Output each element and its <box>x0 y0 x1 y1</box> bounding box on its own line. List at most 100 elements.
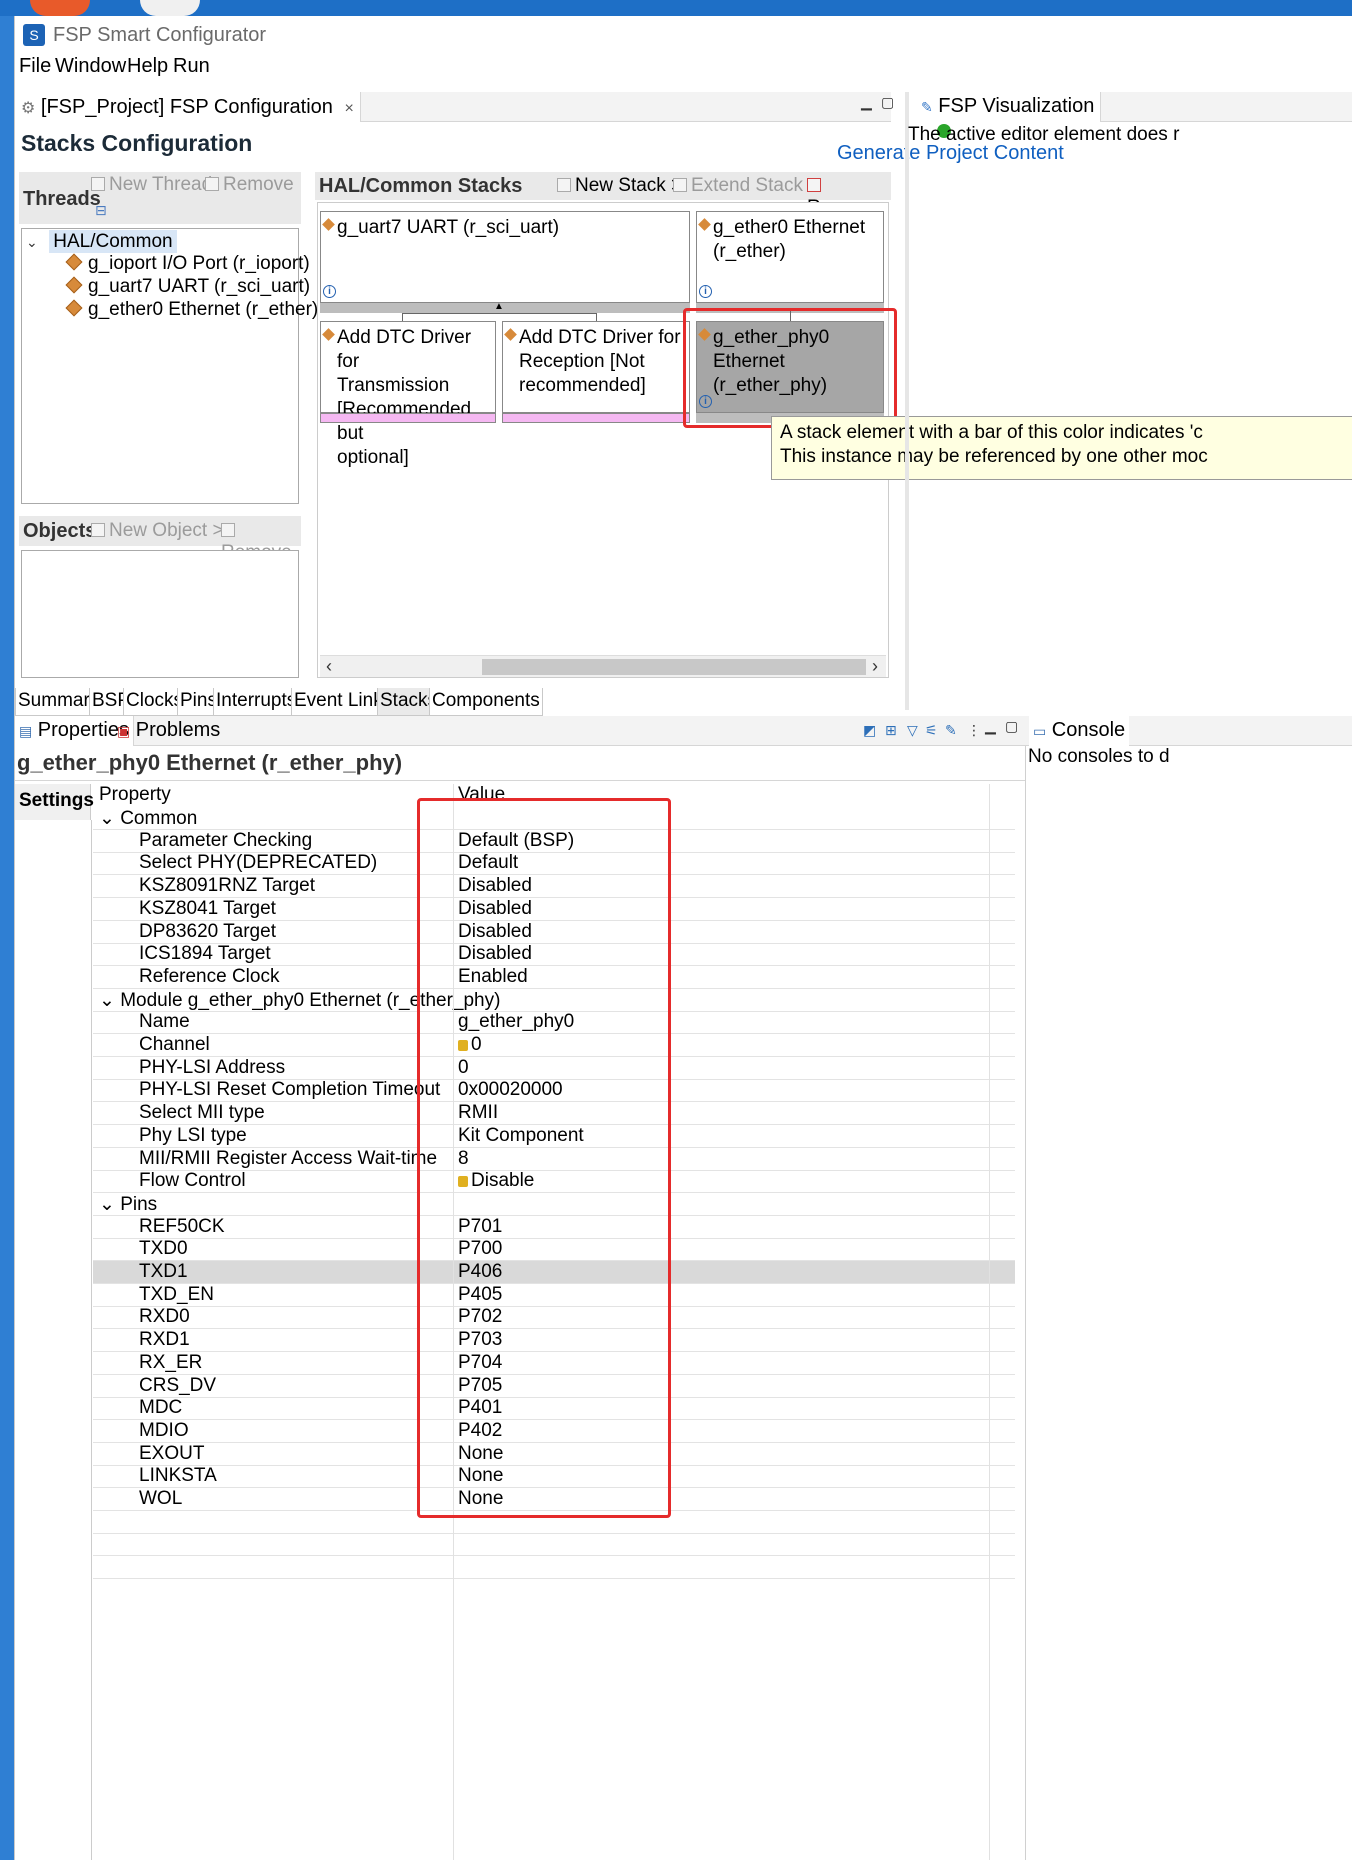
objects-header: Objects New Object > Remove <box>19 516 301 563</box>
tab-fsp-visualization[interactable]: ✎ FSP Visualization <box>915 92 1102 122</box>
info-icon[interactable]: i <box>323 285 336 298</box>
collapse-all-icon[interactable]: ⊟ <box>95 202 107 219</box>
tab-components[interactable]: Components <box>429 688 543 716</box>
property-name: REF50CK <box>139 1215 225 1237</box>
property-key-cell: KSZ8041 Target <box>139 898 276 920</box>
maximize-icon[interactable]: ▢ <box>1005 718 1018 735</box>
filter-icon[interactable]: ▽ <box>907 722 918 739</box>
threads-tree: ⌄ HAL/Common g_ioport I/O Port (r_ioport… <box>21 228 318 504</box>
column-divider <box>989 784 990 1860</box>
optional-stack-bar <box>502 413 690 423</box>
extend-stack-button[interactable]: Extend Stack > <box>673 175 819 197</box>
stacks-title: HAL/Common Stacks <box>319 175 523 197</box>
close-icon[interactable]: × <box>344 100 353 117</box>
tab-interrupts[interactable]: Interrupts <box>213 688 300 716</box>
property-name: Phy LSI type <box>139 1124 247 1146</box>
property-name: PHY-LSI Reset Completion Timeout <box>139 1079 441 1101</box>
menu-help[interactable]: Help <box>127 55 168 78</box>
stack-card-ether[interactable]: g_ether0 Ethernet (r_ether) i <box>696 211 884 303</box>
tree-item[interactable]: g_uart7 UART (r_sci_uart) <box>65 276 310 298</box>
annotation-highlight-box <box>683 308 897 428</box>
module-icon <box>65 299 83 317</box>
new-thread-label: New Thread <box>109 174 213 195</box>
scroll-left-icon[interactable]: ‹ <box>326 656 332 677</box>
settings-tab[interactable]: Settings <box>15 784 94 820</box>
maximize-icon[interactable]: ▢ <box>881 94 894 111</box>
visualization-icon: ✎ <box>921 99 933 115</box>
stack-card-dtc-tx[interactable]: Add DTC Driver for Transmission [Recomme… <box>320 321 496 468</box>
info-icon[interactable]: i <box>699 285 712 298</box>
property-key-cell: RXD1 <box>139 1329 190 1351</box>
chevron-down-icon[interactable]: ⌄ <box>99 808 120 829</box>
minimize-icon[interactable]: ▁ <box>985 718 996 735</box>
property-name: RXD1 <box>139 1329 190 1351</box>
chevron-down-icon[interactable]: ⌄ <box>99 990 120 1011</box>
desktop-app-icon <box>140 0 200 16</box>
restore-default-icon[interactable]: ✎ <box>945 722 957 739</box>
pin-icon[interactable]: ◩ <box>863 722 876 739</box>
property-name: Common <box>120 808 198 829</box>
tab-problems[interactable]: ▣ Problems <box>113 716 224 746</box>
property-key-cell: RXD0 <box>139 1306 190 1328</box>
console-header: ▭ Console <box>1025 716 1352 746</box>
objects-title: Objects <box>23 520 97 542</box>
properties-title: g_ether_phy0 Ethernet (r_ether_phy) <box>17 750 403 775</box>
tree-item-label: g_ether0 Ethernet (r_ether) <box>88 299 319 320</box>
property-key-cell: PHY-LSI Address <box>139 1057 285 1079</box>
module-icon <box>65 276 83 294</box>
card-label: Add DTC Driver for <box>337 327 472 372</box>
new-object-button[interactable]: New Object > <box>91 520 224 542</box>
remove-thread-button[interactable]: Remove <box>205 174 294 196</box>
chevron-down-icon[interactable]: ⌄ <box>26 234 44 251</box>
visualization-header: ✎ FSP Visualization <box>915 92 1352 122</box>
scrollbar-thumb[interactable] <box>482 659 866 675</box>
menu-window[interactable]: Window <box>55 55 126 78</box>
new-thread-icon <box>91 177 105 191</box>
chevron-down-icon[interactable]: ⌄ <box>99 1194 120 1215</box>
tree-node-hal-common[interactable]: ⌄ HAL/Common <box>26 230 177 253</box>
property-name: MDIO <box>139 1419 189 1441</box>
view-menu-icon[interactable]: ⋮ <box>967 722 981 739</box>
menu-file[interactable]: File <box>19 55 51 78</box>
visualization-title: FSP Visualization <box>938 95 1095 117</box>
module-icon <box>322 328 335 341</box>
menu-run[interactable]: Run <box>173 55 210 78</box>
stack-card-uart[interactable]: g_uart7 UART (r_sci_uart) i <box>320 211 690 303</box>
property-name: MDC <box>139 1397 183 1419</box>
desktop-left-strip <box>0 16 14 1860</box>
property-key-cell: ICS1894 Target <box>139 943 271 965</box>
title-bar: S FSP Smart Configurator <box>15 16 1352 50</box>
property-name: Pins <box>120 1193 158 1215</box>
tree-view-icon[interactable]: ⊞ <box>885 722 897 739</box>
new-stack-icon <box>557 178 571 192</box>
tree-item[interactable]: g_ioport I/O Port (r_ioport) <box>65 253 310 275</box>
property-name: MII/RMII Register Access Wait-time <box>139 1147 438 1169</box>
new-thread-button[interactable]: New Thread <box>91 174 212 196</box>
minimize-icon[interactable]: ▁ <box>861 94 872 111</box>
connector-line <box>596 313 597 321</box>
module-icon <box>698 218 711 231</box>
gear-icon: ⚙ <box>21 100 36 117</box>
properties-icon: ▤ <box>19 723 33 739</box>
card-label: optional] <box>337 447 409 468</box>
property-key-cell: CRS_DV <box>139 1375 216 1397</box>
property-key-cell: Phy LSI type <box>139 1125 247 1147</box>
stack-card-dtc-rx[interactable]: Add DTC Driver for Reception [Not recomm… <box>502 321 690 413</box>
property-name: Name <box>139 1011 190 1033</box>
new-stack-button[interactable]: New Stack > <box>557 175 682 197</box>
tab-console[interactable]: ▭ Console <box>1029 716 1130 746</box>
tab-fsp-configuration[interactable]: ⚙ [FSP_Project] FSP Configuration × <box>15 92 361 122</box>
card-label: Reception [Not <box>519 351 645 372</box>
property-name: RX_ER <box>139 1351 203 1373</box>
tree-item[interactable]: g_ether0 Ethernet (r_ether) <box>65 299 319 321</box>
advanced-icon[interactable]: ⚟ <box>925 722 938 739</box>
property-key-cell: RX_ER <box>139 1352 202 1374</box>
console-icon: ▭ <box>1033 723 1047 739</box>
problems-tab-label: Problems <box>135 719 221 741</box>
scroll-right-icon[interactable]: › <box>872 656 878 677</box>
property-name: Select MII type <box>139 1102 265 1124</box>
page-title: Stacks Configuration <box>21 130 253 156</box>
horizontal-scrollbar[interactable]: ‹ › <box>320 655 886 677</box>
threads-header: Threads New Thread Remove ⊟ <box>19 172 301 224</box>
editor-tab-label: [FSP_Project] FSP Configuration <box>40 96 333 118</box>
